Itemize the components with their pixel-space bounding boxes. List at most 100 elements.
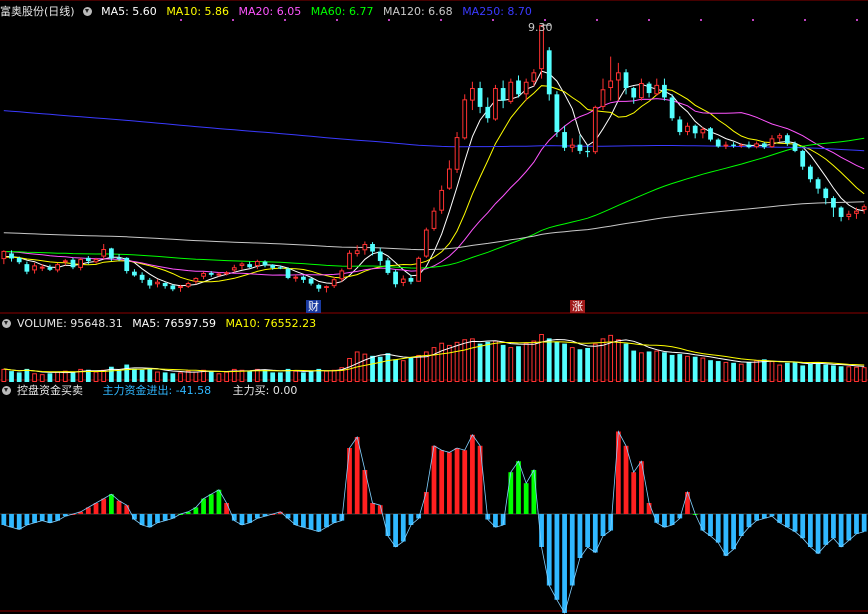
flow-bar xyxy=(546,514,552,586)
volume-bar xyxy=(170,373,176,382)
volume-bar xyxy=(662,352,667,382)
candle-body xyxy=(262,261,268,266)
dropdown-icon[interactable] xyxy=(2,319,11,328)
flow-bar xyxy=(623,445,629,514)
volume-bar xyxy=(216,373,222,383)
flow-bar xyxy=(462,450,468,514)
flow-bar xyxy=(446,452,452,514)
volume-bar xyxy=(377,356,383,382)
volume-bar xyxy=(270,372,276,382)
volume-bar xyxy=(116,369,122,382)
volume-bar xyxy=(93,371,99,383)
volume-bar xyxy=(185,370,191,382)
candle-body xyxy=(838,207,844,217)
candle-body xyxy=(662,84,667,98)
volume-bar xyxy=(823,364,829,382)
candle-body xyxy=(239,263,245,267)
finance-badge[interactable]: 财 xyxy=(306,300,321,313)
volume-value: VOLUME: 95648.31 xyxy=(17,317,123,330)
flow-bar xyxy=(631,472,637,514)
flow-bar xyxy=(24,514,30,525)
candle-body xyxy=(715,139,721,147)
flow-bar xyxy=(808,514,813,547)
volume-bar xyxy=(162,372,168,382)
flow-bar xyxy=(854,514,859,534)
candle-body xyxy=(646,83,652,94)
candle-body xyxy=(70,259,76,268)
candle-body xyxy=(470,88,475,101)
volume-bar xyxy=(362,353,368,382)
flow-bar xyxy=(723,514,729,556)
flow-bar xyxy=(792,514,798,532)
candle-body xyxy=(708,128,713,140)
volume-bar xyxy=(393,359,398,382)
volume-bar xyxy=(654,350,660,382)
candle-body xyxy=(685,125,690,133)
candle-body xyxy=(777,135,783,139)
volume-bar xyxy=(416,354,422,383)
candle-body xyxy=(462,99,468,139)
flow-bar xyxy=(685,492,690,514)
candle-body xyxy=(162,282,168,287)
volume-bar xyxy=(838,366,844,382)
flow-bar xyxy=(108,494,114,514)
flow-bar xyxy=(585,514,591,547)
volume-bar xyxy=(39,374,45,382)
flow-bar xyxy=(569,514,575,586)
candle-body xyxy=(132,271,137,276)
candle-body xyxy=(623,72,629,89)
candle-body xyxy=(116,257,122,260)
flow-bar xyxy=(93,503,99,514)
volume-bar xyxy=(247,370,253,382)
ma250-value: MA250: 8.70 xyxy=(462,5,532,18)
candle-body xyxy=(416,257,422,282)
candle-body xyxy=(55,264,60,271)
candle-body xyxy=(316,284,322,289)
candle-body xyxy=(808,166,813,180)
candle-body xyxy=(408,277,414,282)
flow-bar xyxy=(577,514,583,558)
volume-bar xyxy=(861,367,867,382)
volume-bar xyxy=(193,371,199,383)
high-price-label: 9.30 xyxy=(528,21,553,34)
candle-body xyxy=(692,125,698,134)
top-marker xyxy=(856,19,858,21)
volume-bar xyxy=(400,360,406,383)
main-buy-value: 主力买: 0.00 xyxy=(232,384,298,397)
flow-bar xyxy=(16,514,22,530)
candle-body xyxy=(78,259,84,268)
candle-body xyxy=(93,259,99,263)
volume-bar xyxy=(631,350,637,382)
volume-bar xyxy=(385,353,391,382)
limit-up-badge[interactable]: 涨 xyxy=(570,300,585,313)
volume-bar xyxy=(516,346,521,382)
flow-bar xyxy=(316,514,322,532)
flow-bar xyxy=(32,514,37,523)
volume-bar xyxy=(854,366,859,382)
candle-body xyxy=(562,132,567,148)
dropdown-icon[interactable] xyxy=(82,7,92,16)
candle-body xyxy=(500,88,506,101)
flow-bar xyxy=(592,514,598,553)
flow-bar xyxy=(738,514,744,536)
volume-bar xyxy=(301,372,306,382)
flow-bar xyxy=(815,514,821,554)
volume-bar xyxy=(16,372,22,382)
volume-bar xyxy=(800,365,806,382)
ma60-line xyxy=(3,137,865,269)
flow-bar xyxy=(147,514,153,528)
volume-bar xyxy=(731,362,736,382)
volume-bar xyxy=(523,342,529,382)
dropdown-icon[interactable] xyxy=(2,386,11,395)
candle-body xyxy=(377,251,383,261)
main-flow-value: 主力资金进出: -41.58 xyxy=(102,384,212,397)
stock-name: 富奥股份(日线) xyxy=(0,5,75,18)
ma10-value: MA10: 5.86 xyxy=(166,5,230,18)
candle-body xyxy=(224,272,229,275)
ma5-value: MA5: 5.60 xyxy=(101,5,157,18)
volume-bar xyxy=(738,363,744,383)
flow-bar xyxy=(615,431,621,514)
candle-body xyxy=(201,272,206,277)
volume-bar xyxy=(32,373,37,383)
candle-body xyxy=(139,274,145,280)
